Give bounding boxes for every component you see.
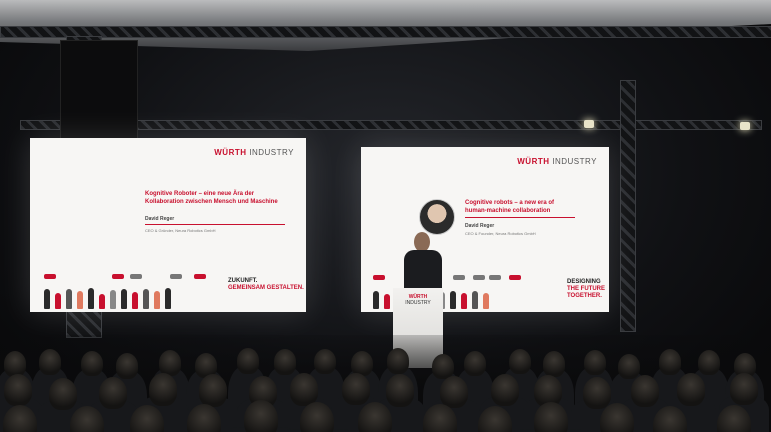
audience-member-head [198, 374, 227, 407]
stage-light [584, 120, 594, 128]
slide-title: Cognitive robots – a new era of human-ma… [465, 200, 555, 214]
slide-brand-logo: WÜRTH INDUSTRY [517, 157, 597, 166]
speech-bubble [453, 275, 465, 280]
speech-bubble [44, 274, 56, 279]
speech-bubble [112, 274, 124, 279]
speaker-head [414, 232, 430, 252]
audience-member-head [3, 351, 26, 377]
audience-member-head [508, 349, 531, 375]
audience-member-head [273, 349, 296, 375]
left-presentation-screen: WÜRTH INDUSTRY Kognitive Roboter – eine … [30, 138, 306, 312]
speech-bubble [130, 274, 142, 279]
speaker-body [404, 250, 442, 292]
audience-member-head [3, 374, 32, 407]
speaker-role: CEO & Gründer, Neura Robotics GmbH [145, 228, 216, 233]
audience-member-head [630, 374, 659, 407]
audience-member-head [236, 348, 259, 374]
audience-member-head [39, 349, 62, 375]
audience-member-head [658, 349, 681, 375]
audience-member-head [386, 348, 409, 374]
audience-member-head [618, 353, 641, 380]
speaker-name: David Reger [465, 223, 495, 229]
audience-member-head [149, 373, 178, 406]
speaker-role: CEO & Founder, Neura Robotics GmbH [465, 231, 536, 236]
audience-member-head [463, 350, 486, 376]
slide-slogan: ZUKUNFT. GEMEINSAM GESTALTEN. [228, 278, 304, 291]
audience-member-head [243, 400, 278, 432]
divider [145, 224, 285, 225]
truss-right-tower [620, 80, 636, 332]
speech-bubble [473, 275, 485, 280]
speech-bubble [194, 274, 206, 279]
stage-light [740, 122, 750, 130]
audience-member-head [677, 373, 706, 406]
audience-member-head [698, 349, 721, 376]
speech-bubble [509, 275, 521, 280]
slide-slogan: DESIGNING THE FUTURE TOGETHER. [567, 279, 605, 299]
audience-member-head [48, 377, 77, 410]
audience-member-head [543, 351, 566, 377]
audience-member-head [583, 349, 606, 375]
slide-brand-logo: WÜRTH INDUSTRY [214, 148, 294, 157]
audience-member-head [582, 377, 611, 410]
slide-title: Kognitive Roboter – eine neue Ära der Ko… [145, 191, 278, 205]
speech-bubble [170, 274, 182, 279]
audience-member-head [533, 402, 568, 432]
truss-top [0, 26, 771, 38]
audience-member-head [290, 373, 319, 406]
audience-member-head [730, 372, 759, 405]
audience-member-head [385, 374, 414, 407]
audience-member-head [491, 373, 520, 407]
audience-member-head [98, 377, 127, 410]
speaker-portrait [419, 199, 455, 235]
speaker-name: David Reger [145, 216, 175, 222]
audience-member-head [313, 348, 336, 375]
audience-member-head [116, 353, 139, 379]
audience-member-head [341, 372, 370, 405]
speech-bubble [373, 275, 385, 280]
audience-member-head [431, 353, 454, 380]
divider [465, 217, 575, 218]
event-photo: WÜRTH INDUSTRY Kognitive Roboter – eine … [0, 0, 771, 432]
speech-bubble [489, 275, 501, 280]
audience-member-head [440, 375, 469, 409]
lectern-logo: WÜRTH INDUSTRY [405, 294, 431, 306]
illustration-people [44, 288, 171, 309]
audience-member-head [158, 350, 181, 376]
audience-member-head [80, 351, 103, 377]
